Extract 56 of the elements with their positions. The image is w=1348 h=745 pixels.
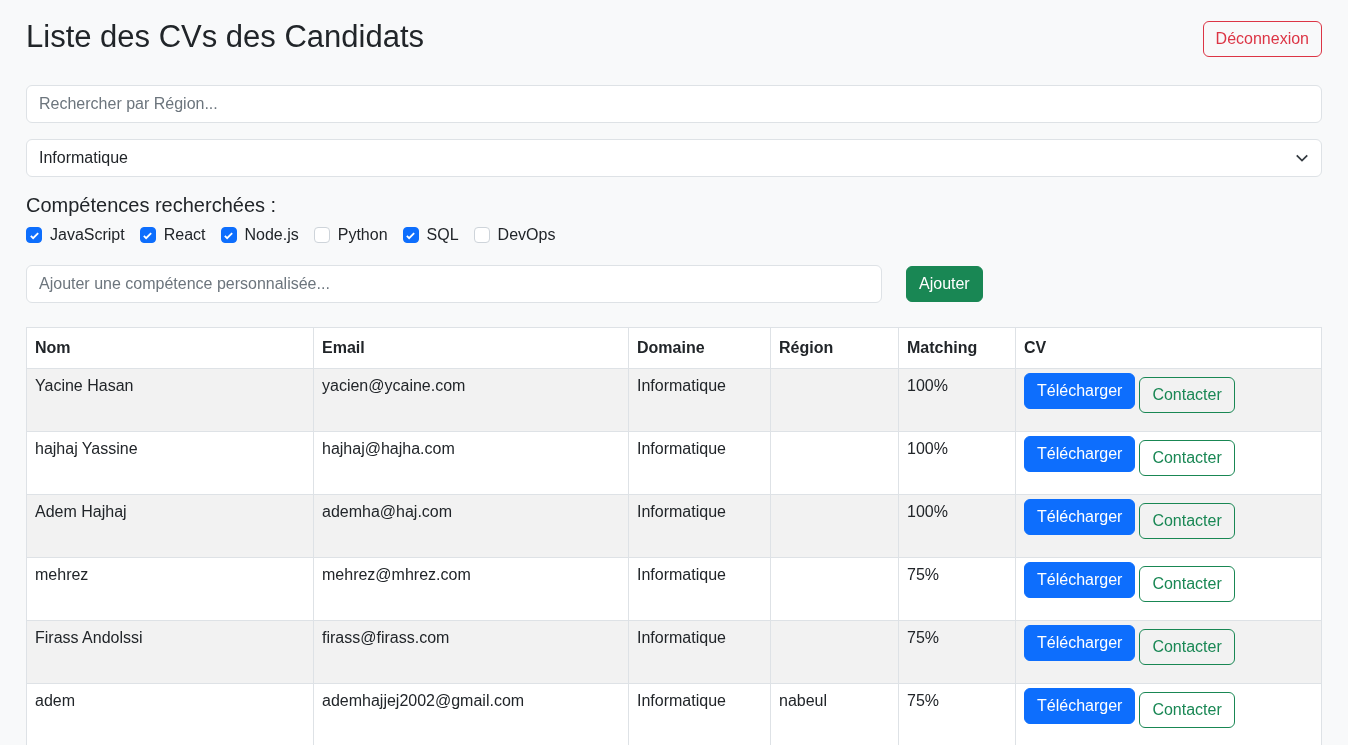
table-cell: hajhaj@hajha.com	[313, 431, 629, 495]
column-header: Matching	[898, 327, 1016, 369]
download-button[interactable]: Télécharger	[1024, 625, 1136, 661]
table-cell: hajhaj Yassine	[26, 431, 314, 495]
contact-button[interactable]: Contacter	[1139, 692, 1235, 728]
table-cell: Informatique	[628, 620, 771, 684]
contact-button[interactable]: Contacter	[1139, 503, 1235, 539]
download-button[interactable]: Télécharger	[1024, 499, 1136, 535]
add-button[interactable]: Ajouter	[906, 266, 983, 302]
skill-label: React	[163, 226, 206, 244]
table-cell: Informatique	[628, 557, 771, 621]
table-cell: Adem Hajhaj	[26, 494, 314, 558]
custom-skill-field[interactable]: Ajouter une compétence personnalisée...	[26, 265, 882, 303]
table-cell: 100%	[898, 494, 1016, 558]
skill-label: SQL	[426, 226, 459, 244]
skill-label: DevOps	[497, 226, 556, 244]
table-cell: Yacine Hasan	[26, 368, 314, 432]
contact-button[interactable]: Contacter	[1139, 377, 1235, 413]
skill-label: Python	[337, 226, 388, 244]
table-cell: 100%	[898, 368, 1016, 432]
column-header: Nom	[26, 327, 314, 369]
region-search-field[interactable]: Rechercher par Région...	[26, 85, 1322, 123]
skill-checkbox[interactable]	[402, 227, 419, 243]
table-cell: yacien@ycaine.com	[313, 368, 629, 432]
table-cell: Firass Andolssi	[26, 620, 314, 684]
table-cell: 100%	[898, 431, 1016, 495]
page-title: Liste des CVs des Candidats	[26, 18, 425, 56]
column-header: CV	[1015, 327, 1322, 369]
download-button[interactable]: Télécharger	[1024, 688, 1136, 724]
table-cell: Informatique	[628, 368, 771, 432]
skill-checkbox[interactable]	[139, 227, 156, 243]
table-cell: 75%	[898, 557, 1016, 621]
skill-label: JavaScript	[50, 226, 125, 244]
logout-button[interactable]: Déconnexion	[1202, 21, 1322, 57]
domain-select[interactable]: Informatique	[26, 139, 1322, 177]
column-header: Domaine	[628, 327, 771, 369]
table-cell: firass@firass.com	[313, 620, 629, 684]
table-cell: mehrez	[26, 557, 314, 621]
contact-button[interactable]: Contacter	[1139, 440, 1235, 476]
skill-label: Node.js	[244, 226, 299, 244]
skill-checkbox[interactable]	[220, 227, 237, 243]
table-cell: Informatique	[628, 494, 771, 558]
skill-checkbox[interactable]	[26, 227, 42, 243]
column-header: Région	[770, 327, 899, 369]
table-cell: ademha@haj.com	[313, 494, 629, 558]
download-button[interactable]: Télécharger	[1024, 436, 1136, 472]
table-cell: adem	[26, 683, 314, 745]
table-cell: Informatique	[628, 431, 771, 495]
download-button[interactable]: Télécharger	[1024, 373, 1136, 409]
contact-button[interactable]: Contacter	[1139, 566, 1235, 602]
column-header: Email	[313, 327, 629, 369]
table-cell: 75%	[898, 620, 1016, 684]
download-button[interactable]: Télécharger	[1024, 562, 1136, 598]
table-cell: mehrez@mhrez.com	[313, 557, 629, 621]
skills-label: Compétences recherchées :	[26, 194, 278, 217]
contact-button[interactable]: Contacter	[1139, 629, 1235, 665]
